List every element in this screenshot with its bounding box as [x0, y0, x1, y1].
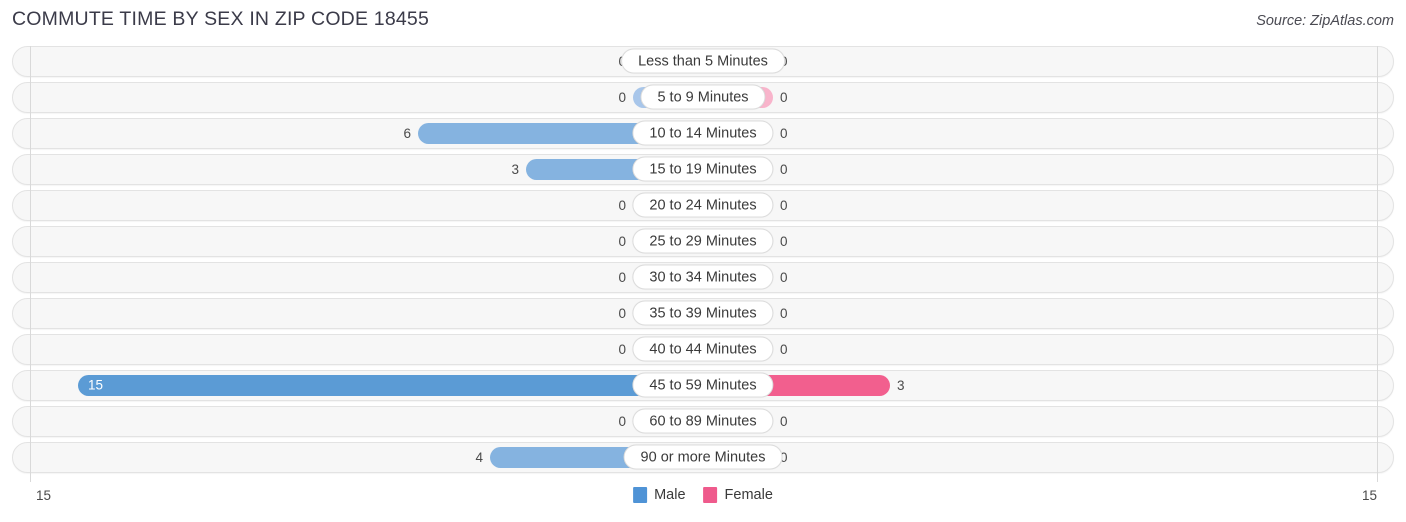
male-value-label: 4: [475, 449, 483, 465]
table-row[interactable]: 0 0 30 to 34 Minutes: [12, 262, 1394, 293]
male-value-label: 0: [618, 89, 626, 105]
male-side: 0: [13, 83, 703, 112]
male-value-label: 3: [511, 161, 519, 177]
female-side: 0: [703, 83, 1393, 112]
female-value-label: 0: [780, 233, 788, 249]
chart-plot-area: 00Less than 5 Minutes005 to 9 Minutes601…: [0, 46, 1406, 482]
legend-label: Female: [724, 487, 773, 503]
male-side: 0: [13, 335, 703, 364]
female-side: 0: [703, 47, 1393, 76]
female-value-label: 0: [780, 197, 788, 213]
male-value-label: 0: [618, 233, 626, 249]
legend-label: Male: [654, 487, 686, 503]
chart-legend: Male Female: [633, 487, 773, 503]
category-label: 10 to 14 Minutes: [632, 120, 774, 146]
table-row[interactable]: 3 0 15 to 19 Minutes: [12, 154, 1394, 185]
table-row[interactable]: 6 0 10 to 14 Minutes: [12, 118, 1394, 149]
square-swatch: [633, 487, 648, 503]
category-label: 45 to 59 Minutes: [632, 372, 774, 398]
female-side: 0: [703, 263, 1393, 292]
male-side: 3: [13, 155, 703, 184]
axis-line-left: [30, 46, 31, 482]
female-value-label: 0: [780, 161, 788, 177]
source-attribution: Source: ZipAtlas.com: [1256, 13, 1394, 29]
male-value-label: 6: [403, 125, 411, 141]
female-value-label: 0: [780, 125, 788, 141]
male-value-label: 0: [618, 197, 626, 213]
table-row[interactable]: 0 0 5 to 9 Minutes: [12, 82, 1394, 113]
category-label: 90 or more Minutes: [623, 444, 783, 470]
category-label: 40 to 44 Minutes: [632, 336, 774, 362]
table-row[interactable]: 0 0 40 to 44 Minutes: [12, 334, 1394, 365]
axis-tick-left: 15: [36, 488, 52, 503]
table-row[interactable]: 00Less than 5 Minutes: [12, 46, 1394, 77]
female-side: 0: [703, 299, 1393, 328]
axis-tick-right: 15: [1361, 488, 1377, 503]
square-swatch: [703, 487, 718, 503]
male-side: 0: [13, 407, 703, 436]
category-label: 30 to 34 Minutes: [632, 264, 774, 290]
category-label: Less than 5 Minutes: [621, 48, 785, 74]
male-value-label: 0: [618, 413, 626, 429]
female-side: 0: [703, 335, 1393, 364]
female-side: 0: [703, 407, 1393, 436]
table-row[interactable]: 0 0 60 to 89 Minutes: [12, 406, 1394, 437]
chart-footer: 15 15 Male Female: [0, 482, 1406, 522]
female-side: 0: [703, 227, 1393, 256]
female-value-label: 0: [780, 305, 788, 321]
category-label: 15 to 19 Minutes: [632, 156, 774, 182]
male-side: 0: [13, 191, 703, 220]
female-side: 0: [703, 119, 1393, 148]
table-row[interactable]: 15 3 45 to 59 Minutes: [12, 370, 1394, 401]
male-side: 6: [13, 119, 703, 148]
page-title: COMMUTE TIME BY SEX IN ZIP CODE 18455: [12, 8, 430, 30]
category-label: 20 to 24 Minutes: [632, 192, 774, 218]
male-value-label: 0: [618, 305, 626, 321]
female-side: 3: [703, 371, 1393, 400]
category-label: 25 to 29 Minutes: [632, 228, 774, 254]
chart-header: COMMUTE TIME BY SEX IN ZIP CODE 18455 So…: [0, 0, 1406, 42]
male-side: 4: [13, 443, 703, 472]
category-label: 5 to 9 Minutes: [640, 84, 766, 110]
female-side: 0: [703, 155, 1393, 184]
table-row[interactable]: 0 0 25 to 29 Minutes: [12, 226, 1394, 257]
legend-item[interactable]: Female: [703, 487, 773, 503]
female-value-label: 0: [780, 269, 788, 285]
male-value-label: 15: [88, 377, 104, 393]
female-value-label: 0: [780, 89, 788, 105]
category-label: 60 to 89 Minutes: [632, 408, 774, 434]
table-row[interactable]: 4 0 90 or more Minutes: [12, 442, 1394, 473]
male-side: 0: [13, 299, 703, 328]
female-value-label: 0: [780, 413, 788, 429]
table-row[interactable]: 0 0 35 to 39 Minutes: [12, 298, 1394, 329]
male-bar[interactable]: 15: [78, 374, 703, 396]
male-side: 0: [13, 263, 703, 292]
female-value-label: 0: [780, 341, 788, 357]
male-side: 0: [13, 47, 703, 76]
female-side: 0: [703, 191, 1393, 220]
female-side: 0: [703, 443, 1393, 472]
male-value-label: 0: [618, 269, 626, 285]
axis-line-right: [1377, 46, 1378, 482]
female-value-label: 3: [897, 377, 905, 393]
table-row[interactable]: 0 0 20 to 24 Minutes: [12, 190, 1394, 221]
legend-item[interactable]: Male: [633, 487, 686, 503]
male-value-label: 0: [618, 341, 626, 357]
bar-rows: 00Less than 5 Minutes005 to 9 Minutes601…: [0, 46, 1406, 478]
category-label: 35 to 39 Minutes: [632, 300, 774, 326]
male-side: 0: [13, 227, 703, 256]
male-side: 15: [13, 371, 703, 400]
